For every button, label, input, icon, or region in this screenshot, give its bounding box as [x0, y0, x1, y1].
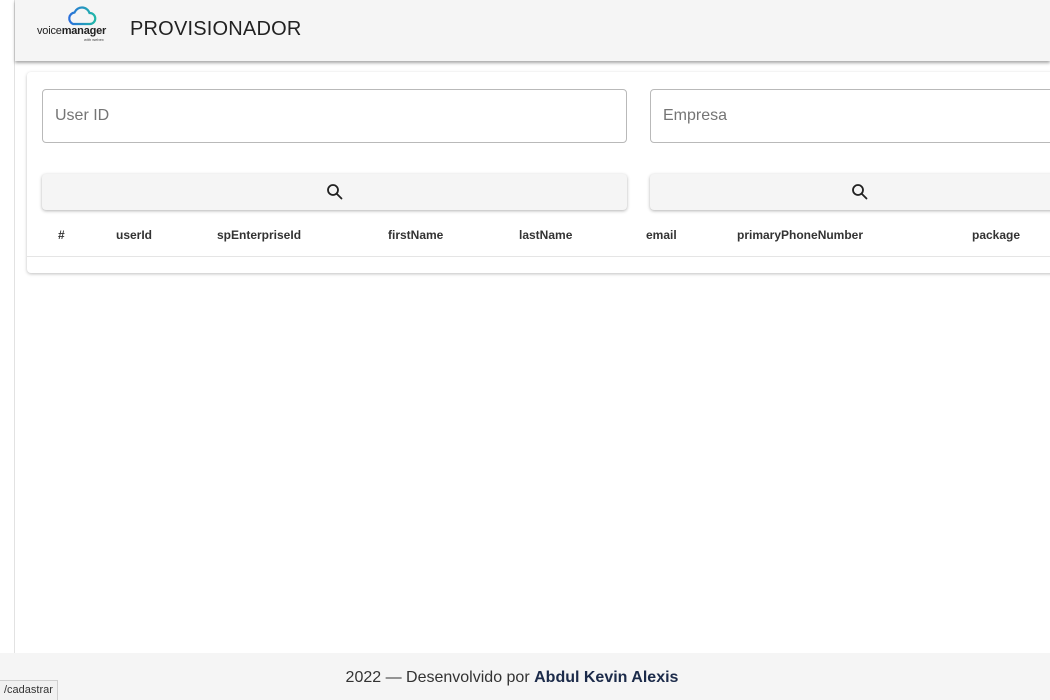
column-header-firstname[interactable]: firstName	[388, 228, 443, 242]
search-icon	[326, 184, 342, 200]
table-header-row: # userId spEnterpriseId firstName lastNa…	[27, 216, 1050, 257]
search-user-button[interactable]	[42, 174, 627, 210]
logo-wordmark: voicemanager	[37, 25, 107, 37]
logo-subtitle: with webex	[84, 37, 104, 42]
empresa-field	[650, 89, 1050, 143]
app-header: voicemanager with webex PROVISIONADOR	[15, 0, 1050, 61]
user-id-field	[42, 89, 627, 143]
column-header-primaryphonenumber[interactable]: primaryPhoneNumber	[737, 228, 863, 242]
footer-text: 2022 — Desenvolvido por	[345, 669, 535, 686]
page-footer: 2022 — Desenvolvido por Abdul Kevin Alex…	[0, 653, 1050, 700]
column-header-spenterpriseid[interactable]: spEnterpriseId	[217, 228, 301, 242]
footer-credit: 2022 — Desenvolvido por Abdul Kevin Alex…	[0, 669, 1024, 687]
cloud-logo-icon	[68, 6, 97, 26]
search-icon	[852, 184, 868, 200]
left-divider	[14, 0, 15, 653]
status-bar-url: /cadastrar	[0, 680, 58, 700]
column-header-index[interactable]: #	[58, 228, 65, 242]
page-title: PROVISIONADOR	[130, 18, 302, 40]
user-id-input[interactable]	[43, 90, 626, 142]
column-header-package[interactable]: package	[972, 228, 1020, 242]
column-header-email[interactable]: email	[646, 228, 677, 242]
column-header-lastname[interactable]: lastName	[519, 228, 572, 242]
empresa-input[interactable]	[651, 90, 1050, 142]
voicemanager-logo[interactable]: voicemanager with webex	[37, 5, 125, 45]
column-header-userid[interactable]: userId	[116, 228, 152, 242]
search-empresa-button[interactable]	[650, 174, 1050, 210]
search-card: # userId spEnterpriseId firstName lastNa…	[27, 72, 1050, 273]
footer-author: Abdul Kevin Alexis	[534, 669, 679, 686]
